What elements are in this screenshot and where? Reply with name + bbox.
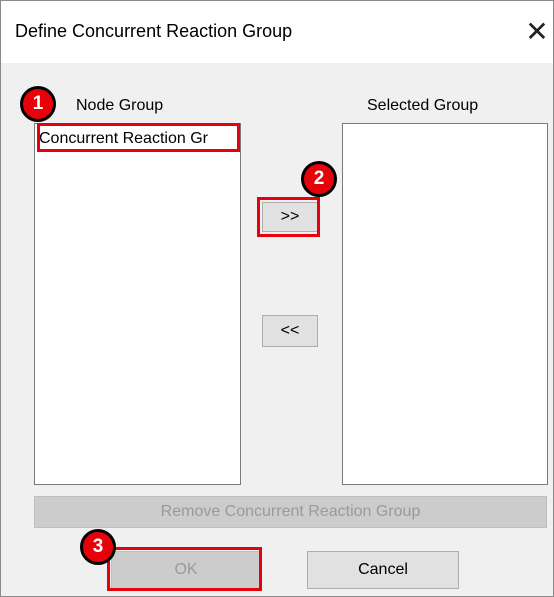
node-group-list[interactable]: Concurrent Reaction Gr [34, 123, 241, 485]
highlight-add-button [257, 197, 320, 237]
dialog-title: Define Concurrent Reaction Group [15, 21, 293, 41]
title-bar: Define Concurrent Reaction Group ✕ [1, 1, 553, 63]
close-icon[interactable]: ✕ [522, 15, 552, 49]
dialog-window: Define Concurrent Reaction Group ✕ Node … [0, 0, 554, 597]
highlight-node-group-item [37, 123, 240, 152]
selected-group-label: Selected Group [367, 97, 479, 114]
highlight-ok-button [107, 547, 262, 591]
node-group-label: Node Group [76, 97, 164, 114]
step-1-badge: 1 [20, 86, 56, 122]
selected-group-list[interactable] [342, 123, 548, 485]
remove-concurrent-reaction-group-button[interactable]: Remove Concurrent Reaction Group [34, 496, 547, 528]
cancel-button[interactable]: Cancel [307, 551, 459, 589]
step-2-badge: 2 [301, 161, 337, 197]
step-3-badge: 3 [80, 529, 116, 565]
remove-from-selected-button[interactable]: << [262, 315, 318, 347]
